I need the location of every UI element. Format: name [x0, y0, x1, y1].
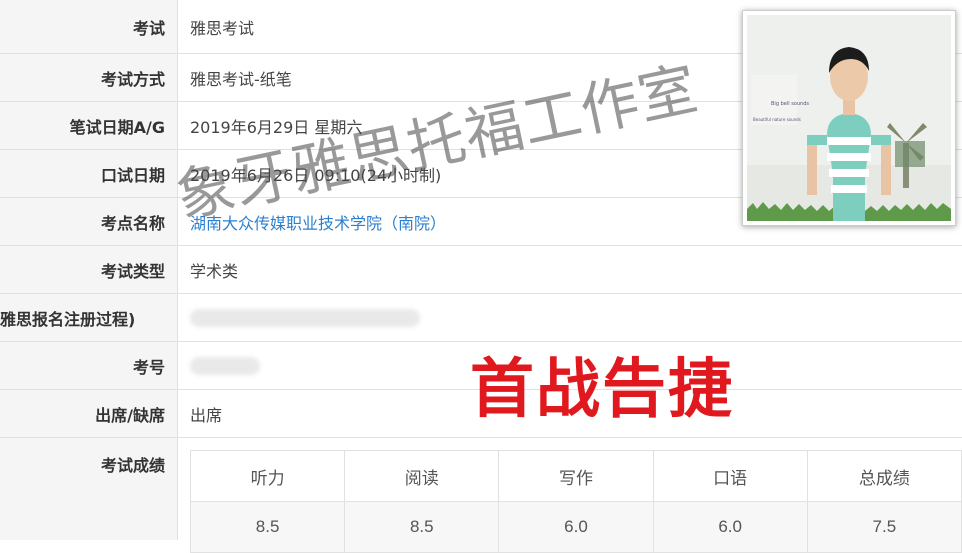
- exam-method-value: 雅思考试-纸笔: [190, 69, 292, 89]
- row-registration: 雅思报名注册过程): [0, 294, 962, 342]
- score-header-row: 听力 阅读 写作 口语 总成绩: [189, 450, 962, 502]
- exam-method-label: 考试方式: [0, 54, 178, 101]
- candidate-photo: Big bell sounds Beautiful nature sounds: [742, 10, 956, 226]
- score-header-reading: 阅读: [344, 450, 500, 502]
- candidate-number-label: 考号: [0, 342, 178, 389]
- score-header-listening: 听力: [189, 450, 346, 502]
- exam-label: 考试: [0, 0, 178, 53]
- redacted-value: [190, 356, 260, 375]
- registration-value: [190, 294, 420, 341]
- score-reading: 8.5: [344, 501, 500, 553]
- attendance-label: 出席/缺席: [0, 390, 178, 437]
- headline-text: 首战告捷: [470, 353, 734, 427]
- candidate-number-value: [190, 342, 260, 389]
- score-overall: 7.5: [806, 501, 962, 553]
- scores-label: 考试成绩: [0, 438, 178, 540]
- score-writing: 6.0: [498, 501, 654, 553]
- exam-value: 雅思考试: [190, 18, 255, 38]
- board-text-2: Beautiful nature sounds: [753, 117, 801, 122]
- registration-label: 雅思报名注册过程): [0, 294, 178, 341]
- score-header-speaking: 口语: [652, 450, 808, 502]
- test-center-label: 考点名称: [0, 198, 178, 245]
- row-exam-type: 考试类型 学术类: [0, 246, 962, 294]
- redacted-value: [190, 308, 420, 327]
- exam-type-label: 考试类型: [0, 246, 178, 293]
- score-value-row: 8.5 8.5 6.0 6.0 7.5: [189, 501, 962, 553]
- board-text-1: Big bell sounds: [771, 101, 809, 107]
- exam-type-value: 学术类: [190, 261, 239, 281]
- score-listening: 8.5: [189, 501, 346, 553]
- attendance-value: 出席: [190, 405, 223, 425]
- written-date-label: 笔试日期A/G: [0, 102, 178, 149]
- score-header-writing: 写作: [498, 450, 654, 502]
- speaking-date-label: 口试日期: [0, 150, 178, 197]
- score-header-overall: 总成绩: [806, 450, 962, 502]
- candidate-photo-image: Big bell sounds Beautiful nature sounds: [747, 15, 951, 221]
- score-table: 听力 阅读 写作 口语 总成绩 8.5 8.5 6.0 6.0 7.5: [189, 450, 962, 553]
- score-speaking: 6.0: [652, 501, 808, 553]
